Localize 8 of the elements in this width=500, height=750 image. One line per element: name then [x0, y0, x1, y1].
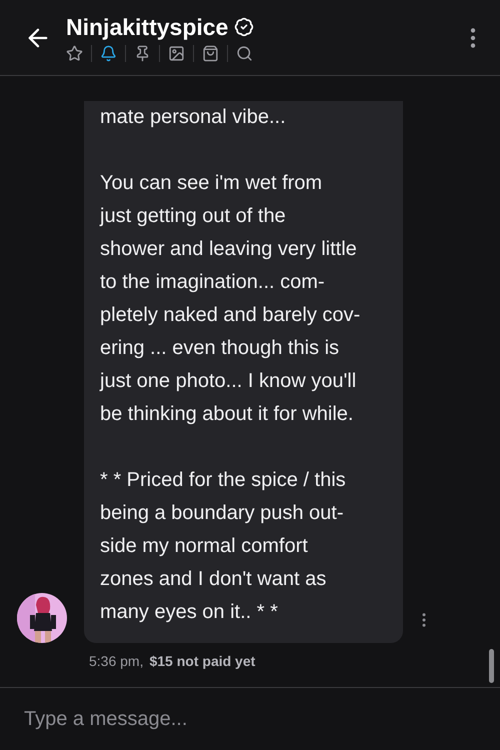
message-text: * * Priced for the spice / this being a boundary push out- side my normal comfort zones and I don't want as many eyes on it.. * *: [100, 468, 347, 625]
price-status: $15 not paid yet: [149, 653, 256, 669]
contact-name: Ninjakittyspice: [66, 14, 228, 40]
scrollbar[interactable]: [489, 649, 494, 683]
message-time: 5:36 pm,: [89, 653, 144, 669]
message-input[interactable]: Type a message...: [22, 706, 478, 732]
message-text: mate personal vibe...: [100, 105, 287, 130]
message-text: You can see i'm wet from just getting out of the shower and leaving very little to the imagination... com- pletely naked and barely cov- ering ... even though this is just one photo... I know you'll be thinking about it for while.: [100, 171, 362, 427]
